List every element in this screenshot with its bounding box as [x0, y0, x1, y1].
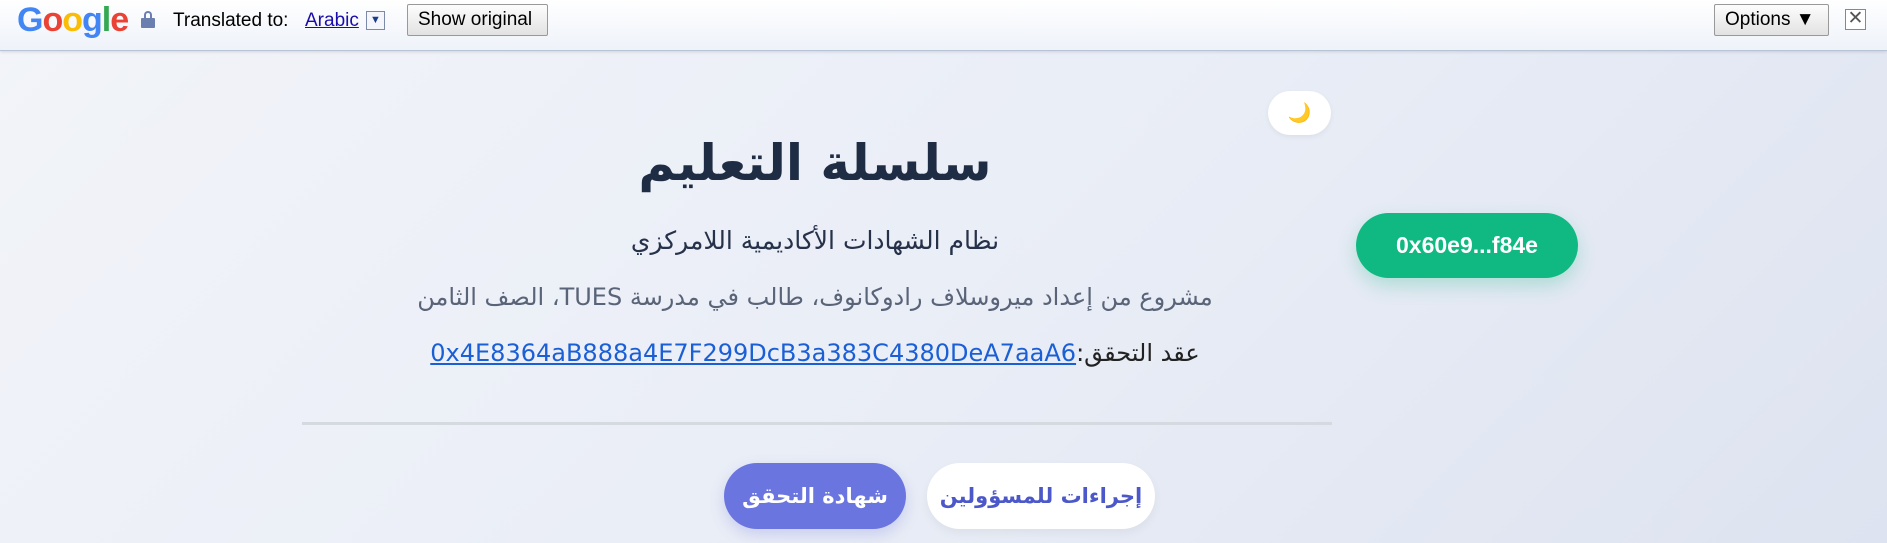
language-dropdown-icon[interactable]: ▼ — [366, 11, 385, 30]
admin-actions-button[interactable]: إجراءات للمسؤولين — [927, 463, 1155, 529]
verify-certificate-button[interactable]: شهادة التحقق — [724, 463, 906, 529]
contract-address-link[interactable]: 0x4E8364aB888a4E7F299DcB3a383C4380DeA7aa… — [430, 339, 1076, 367]
page-title: سلسلة التعليم — [638, 134, 992, 192]
language-link[interactable]: Arabic — [305, 10, 359, 32]
translated-to-label: Translated to: — [173, 10, 289, 31]
wallet-address-button[interactable]: 0x60e9...f84e — [1356, 213, 1578, 278]
contract-info: عقد التحقق:0x4E8364aB888a4E7F299DcB3a383… — [380, 336, 1250, 370]
divider — [302, 422, 1332, 425]
page-subtitle: نظام الشهادات الأكاديمية اللامركزي — [630, 226, 1000, 255]
author-credit: مشروع من إعداد ميروسلاف رادوكانوف، طالب … — [417, 283, 1213, 311]
contract-label: عقد التحقق: — [1076, 339, 1200, 367]
close-icon[interactable]: ✕ — [1845, 9, 1866, 30]
lock-icon — [141, 11, 155, 28]
moon-icon: 🌙 — [1287, 102, 1312, 124]
show-original-button[interactable]: Show original — [407, 4, 548, 36]
google-logo: Google — [17, 1, 129, 39]
options-button[interactable]: Options ▼ — [1714, 4, 1829, 36]
theme-toggle-button[interactable]: 🌙 — [1268, 91, 1331, 135]
google-translate-bar: Google Translated to: Arabic ▼ Show orig… — [0, 0, 1887, 51]
